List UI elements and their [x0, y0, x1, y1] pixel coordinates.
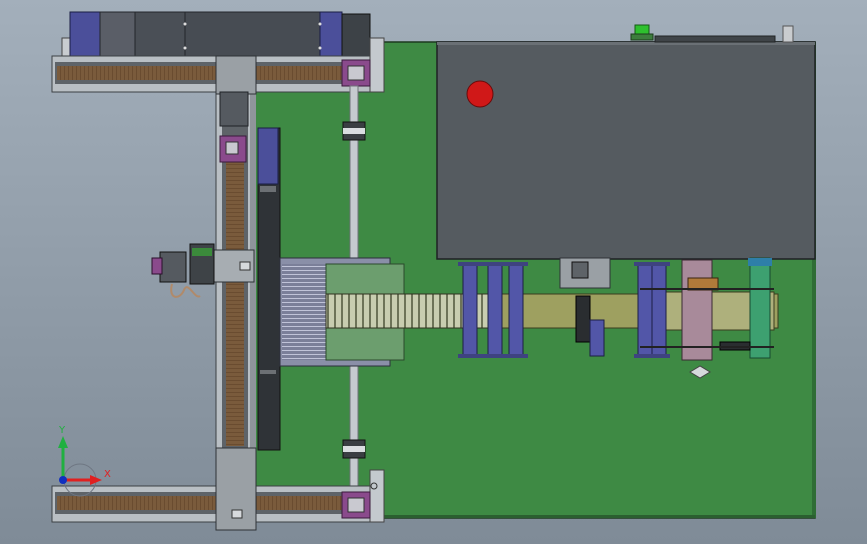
roller-stack-left[interactable] — [458, 262, 528, 358]
cad-viewport[interactable] — [0, 0, 867, 544]
triad-y-label: Y — [59, 425, 66, 436]
green-pneumatic-cylinder[interactable] — [748, 257, 772, 359]
feed-comb-track[interactable] — [325, 293, 507, 329]
triad-x-label: X — [104, 469, 111, 480]
bottom-rail-purple-end-block[interactable] — [341, 491, 371, 519]
vertical-motor[interactable] — [257, 127, 281, 451]
belt-line — [640, 288, 774, 290]
vertical-rail-purple-block[interactable] — [219, 135, 247, 163]
top-motor-housing[interactable] — [61, 11, 371, 61]
bottom-carriage[interactable] — [215, 447, 257, 531]
top-rail-purple-end-block[interactable] — [341, 59, 371, 87]
middle-carriage[interactable] — [213, 249, 255, 283]
emergency-stop-button[interactable] — [466, 80, 494, 108]
control-cabinet[interactable] — [436, 25, 816, 260]
gripper-cylinder[interactable] — [559, 257, 611, 289]
